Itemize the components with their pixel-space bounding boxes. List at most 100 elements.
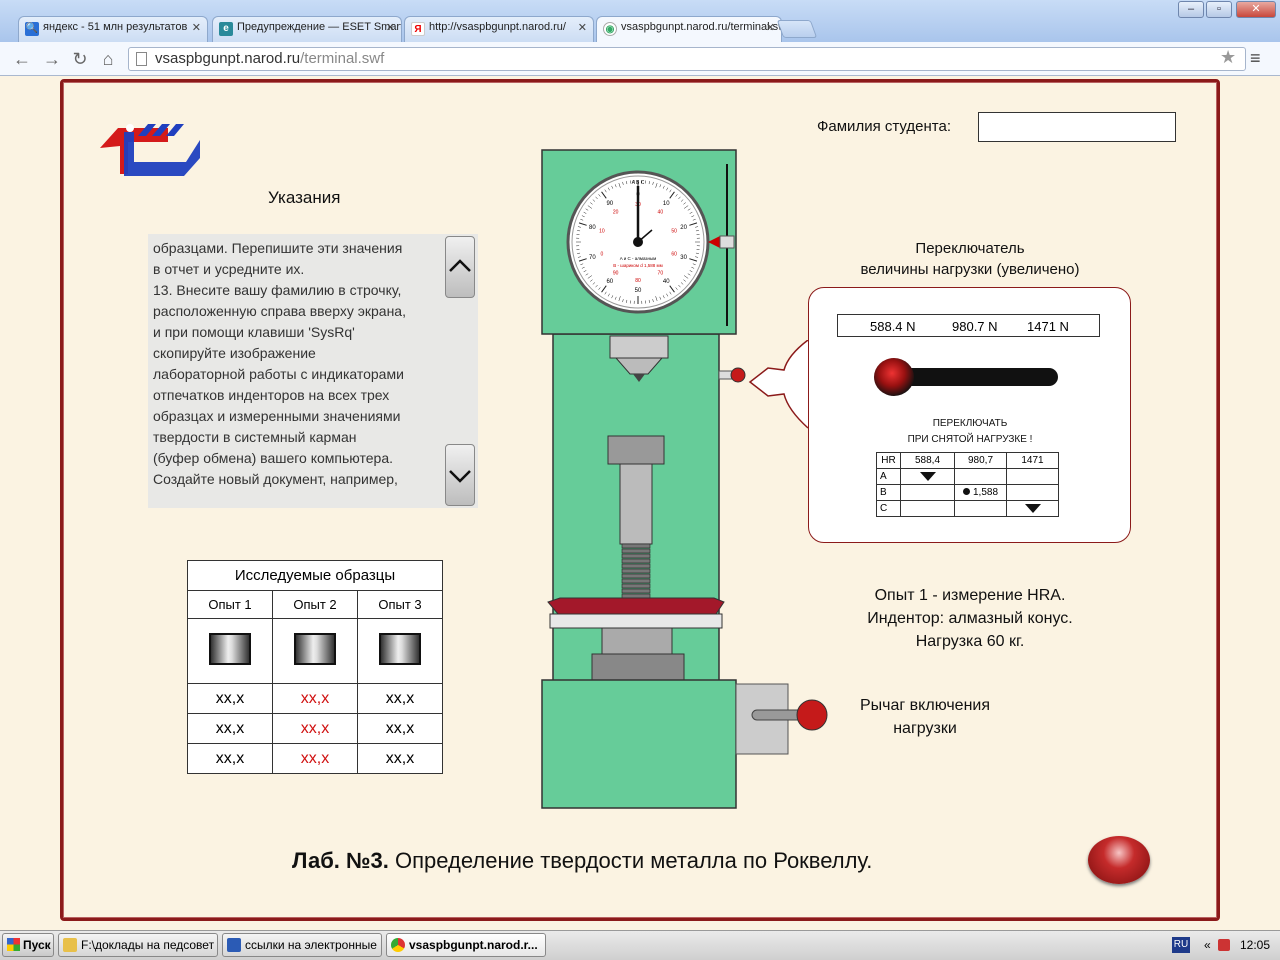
hr-ball-cell: 1,588 <box>954 484 1007 501</box>
gauge-text-1: A и C - алмазным <box>620 256 657 261</box>
lab-title: Лаб. №3. Определение твердости металла п… <box>292 848 872 874</box>
yandex-icon: Я <box>411 22 425 36</box>
language-indicator[interactable]: RU <box>1172 937 1190 953</box>
student-name-input[interactable] <box>978 112 1176 142</box>
dial-label-black: 80 <box>589 225 596 231</box>
hardness-value: хх,х <box>187 743 273 774</box>
screw-thread <box>621 593 651 599</box>
column-header: Опыт 3 <box>357 590 443 619</box>
tab-close-icon[interactable]: ✕ <box>386 21 395 34</box>
task-chrome[interactable]: vsaspbgunpt.narod.r... <box>386 933 546 957</box>
load-selector-bar[interactable] <box>890 368 1058 386</box>
callout-arrow-icon <box>748 340 809 429</box>
hardness-value: хх,х <box>272 743 358 774</box>
lab-title-text: Определение твердости металла по Роквелл… <box>388 848 873 873</box>
minimize-button[interactable]: – <box>1178 1 1204 18</box>
tab-narod-site[interactable]: Я http://vsaspbgunpt.narod.ru/ ✕ <box>404 16 594 43</box>
task-label: F:\доклады на педсовет <box>81 938 215 952</box>
tab-close-icon[interactable]: ✕ <box>578 21 587 34</box>
sample-specimen-1[interactable] <box>209 632 251 665</box>
tester-base <box>541 679 737 809</box>
hardness-value: хх,х <box>187 683 273 714</box>
tab-label: vsaspbgunpt.narod.ru/terminal.swf <box>621 21 782 33</box>
exit-button[interactable] <box>1088 836 1150 884</box>
samples-table: Исследуемые образцы Опыт 1 Опыт 2 Опыт 3… <box>187 560 443 774</box>
hr-header: HR <box>876 452 901 469</box>
system-tray: « 12:05 <box>1198 933 1278 957</box>
close-window-button[interactable]: ✕ <box>1236 1 1276 18</box>
dial-indicator[interactable]: 03010402050306040705080609070080109020 A… <box>566 170 710 314</box>
screw-thread <box>621 573 651 579</box>
tab-close-icon[interactable]: ✕ <box>766 21 775 34</box>
scroll-down-button[interactable] <box>445 444 475 506</box>
hr-cell <box>954 500 1007 517</box>
scroll-up-button[interactable] <box>445 236 475 298</box>
page-icon <box>136 52 147 66</box>
hardness-value: хх,х <box>272 713 358 744</box>
switch-warning-line2: ПРИ СНЯТОЙ НАГРУЗКЕ ! <box>907 434 1033 445</box>
load-value: 980.7 N <box>952 319 998 334</box>
new-tab-button[interactable] <box>776 20 818 38</box>
indenter-holder <box>609 335 669 359</box>
tab-eset-warning[interactable]: e Предупреждение — ESET Smart Security ✕ <box>212 16 402 43</box>
screw-thread <box>621 578 651 584</box>
hr-cell <box>1006 484 1059 501</box>
tab-terminal-swf[interactable]: ◉ vsaspbgunpt.narod.ru/terminal.swf ✕ <box>596 16 782 43</box>
hardness-value: хх,х <box>357 713 443 744</box>
load-values-box: 588.4 N 980.7 N 1471 N <box>837 314 1100 337</box>
maximize-button[interactable]: ▫ <box>1206 1 1232 18</box>
lever-label: Рычаг включения нагрузки <box>850 694 1000 740</box>
tab-label: http://vsaspbgunpt.narod.ru/ <box>429 21 566 33</box>
menu-icon[interactable]: ≡ <box>1250 48 1261 69</box>
hr-scale: A <box>876 468 901 485</box>
back-arrow-icon[interactable]: ← <box>10 48 34 70</box>
anvil-top <box>607 435 665 465</box>
hr-scale: B <box>876 484 901 501</box>
sample-specimen-3[interactable] <box>379 632 421 665</box>
instructions-text: образцами. Перепишите эти значения в отч… <box>153 240 406 487</box>
dial-label-black: 50 <box>635 288 642 294</box>
hr-marker-down-icon <box>1006 500 1059 517</box>
switch-warning-line1: ПЕРЕКЛЮЧАТЬ <box>932 418 1008 429</box>
load-switch-knob <box>730 367 746 383</box>
task-folder[interactable]: F:\доклады на педсовет <box>58 933 218 957</box>
load-value: 588.4 N <box>870 319 916 334</box>
antivirus-icon[interactable] <box>1218 939 1230 951</box>
dial-label-red: 80 <box>635 278 641 284</box>
load-lever[interactable] <box>735 683 828 755</box>
hardness-value: хх,х <box>357 683 443 714</box>
forward-arrow-icon[interactable]: → <box>40 48 64 70</box>
load-selector-knob[interactable] <box>874 358 914 396</box>
start-button[interactable]: Пуск <box>2 933 54 957</box>
switch-warning: ПЕРЕКЛЮЧАТЬ ПРИ СНЯТОЙ НАГРУЗКЕ ! <box>860 416 1080 448</box>
instructions-title: Указания <box>268 188 341 207</box>
dial-label-black: 30 <box>680 255 687 261</box>
dial-label-red: 90 <box>613 271 619 277</box>
reload-icon[interactable]: ↻ <box>68 48 92 70</box>
home-icon[interactable]: ⌂ <box>96 48 120 70</box>
sample-specimen-2[interactable] <box>294 632 336 665</box>
hr-cell <box>954 468 1007 485</box>
page-icon: ◉ <box>603 22 617 36</box>
start-label: Пуск <box>23 938 51 952</box>
tab-yandex-search[interactable]: 🔍 яндекс - 51 млн результатов ✕ <box>18 16 208 43</box>
windows-logo-icon <box>7 938 20 951</box>
tab-close-icon[interactable]: ✕ <box>192 21 201 34</box>
bookmark-star-icon[interactable]: ★ <box>1220 47 1236 68</box>
dial-label-red: 20 <box>613 209 619 215</box>
chrome-icon <box>391 938 405 952</box>
chevron-up-icon <box>449 259 471 272</box>
column-header: Опыт 1 <box>187 590 273 619</box>
clock[interactable]: 12:05 <box>1240 938 1270 952</box>
dial-label-red: 50 <box>671 228 677 234</box>
tray-expand-icon[interactable]: « <box>1204 938 1211 952</box>
task-word[interactable]: ссылки на электронные ... <box>222 933 382 957</box>
hardness-value: хх,х <box>357 743 443 774</box>
task-label: ссылки на электронные ... <box>245 938 382 952</box>
dial-label-red: 40 <box>658 209 664 215</box>
dial-label-red: 70 <box>658 271 664 277</box>
specimen-table <box>547 597 725 615</box>
address-bar[interactable]: vsaspbgunpt.narod.ru/terminal.swf <box>128 47 1246 71</box>
experiment-line3: Нагрузка 60 кг. <box>915 633 1025 650</box>
dial-label-red: 60 <box>671 252 677 258</box>
